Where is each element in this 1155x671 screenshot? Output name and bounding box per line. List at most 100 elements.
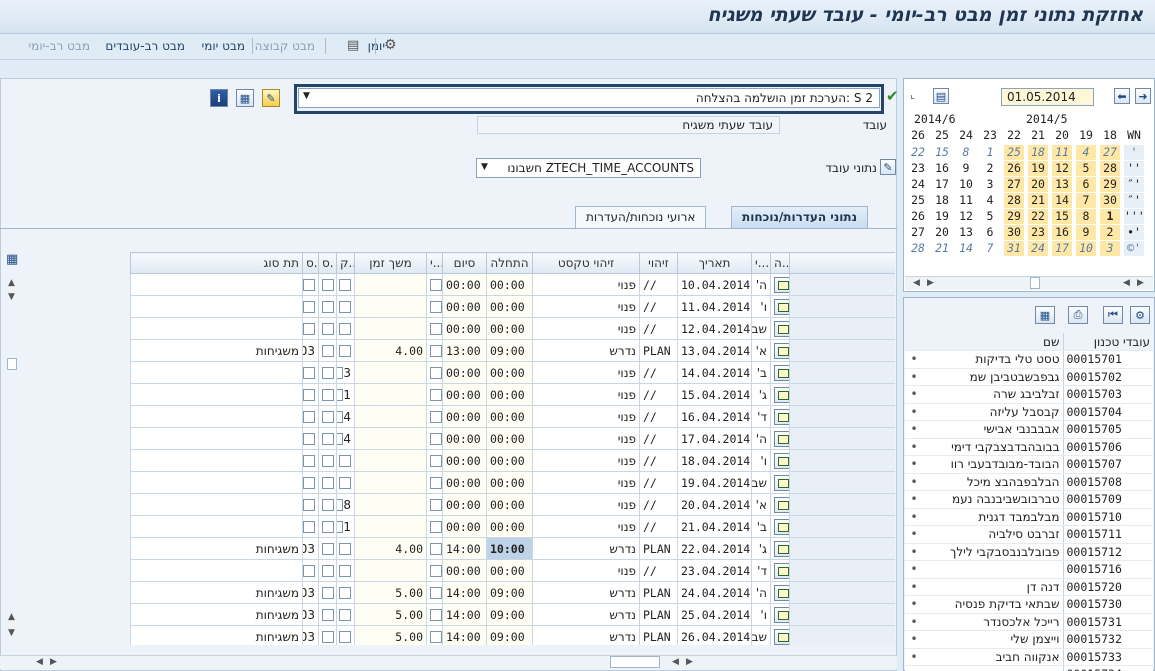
calendar-day[interactable]: 11 [1052, 145, 1072, 160]
calendar-day[interactable]: 2 [980, 161, 1000, 176]
checkbox[interactable] [339, 477, 351, 489]
table-row[interactable]: 8 00:00 00:00 פנוי//20.04.2014 א' [130, 493, 895, 516]
edit-icon[interactable] [774, 452, 789, 469]
cell-row-marker[interactable] [789, 493, 895, 516]
employee-data-icon[interactable]: ✎ [880, 159, 896, 175]
cell-day[interactable]: ו' [751, 449, 771, 472]
cell-s1[interactable] [318, 537, 337, 560]
checkbox[interactable] [322, 521, 334, 533]
checkbox[interactable] [322, 609, 334, 621]
list-item[interactable]: • פבובלבנבסבקבי לילך 00015712 [905, 543, 1153, 561]
cell-row-marker[interactable] [789, 427, 895, 450]
calendar-day[interactable]: 14 [956, 241, 976, 256]
calendar-day[interactable]: 28 [908, 241, 928, 256]
cell-duration[interactable] [354, 559, 427, 582]
cell-k[interactable] [336, 537, 355, 560]
cell-start[interactable]: 00:00 [486, 295, 533, 318]
checkbox[interactable] [430, 609, 442, 621]
col-y1[interactable]: י... [751, 252, 771, 274]
cell-s2[interactable] [302, 493, 319, 516]
cell-s1[interactable] [318, 383, 337, 406]
calendar-day[interactable]: 25 [908, 193, 928, 208]
cell-id-text[interactable]: פנוי [532, 427, 640, 450]
cell-id[interactable]: PLAN [639, 603, 678, 626]
calendar-day[interactable]: 7 [980, 241, 1000, 256]
employee-id[interactable]: 00015705 [1063, 420, 1153, 439]
employee-name[interactable]: בבובהבדבצבקבי דימי [923, 438, 1064, 456]
cell-date[interactable]: 19.04.2014 [677, 471, 752, 494]
cell-date[interactable]: 15.04.2014 [677, 383, 752, 406]
cell-day[interactable]: ג' [751, 537, 771, 560]
checkbox[interactable] [430, 565, 442, 577]
scroll-left-icon[interactable]: ◀ [1123, 278, 1130, 288]
cell-id[interactable]: // [639, 405, 678, 428]
checkbox[interactable] [430, 587, 442, 599]
cell-s1[interactable] [318, 317, 337, 340]
cell-k[interactable]: 8 [336, 493, 355, 516]
cell-row-select[interactable] [770, 317, 790, 340]
menu-group-view[interactable]: מבט קבוצה [255, 39, 315, 53]
cell-id-text[interactable]: פנוי [532, 317, 640, 340]
cell-start[interactable]: 00:00 [486, 471, 533, 494]
cell-id[interactable]: // [639, 515, 678, 538]
cell-s1[interactable] [318, 515, 337, 538]
cell-k[interactable]: 4 [336, 405, 355, 428]
cell-end[interactable]: 00:00 [442, 559, 487, 582]
menu-multi-day-view[interactable]: מבט רב-יומי [28, 39, 90, 53]
cell-end[interactable]: 14:00 [442, 537, 487, 560]
cell-date[interactable]: 14.04.2014 [677, 361, 752, 384]
cell-s2[interactable] [302, 273, 319, 296]
calendar-day[interactable]: 27 [1100, 145, 1120, 160]
cell-row-select[interactable] [770, 273, 790, 296]
cell-start[interactable]: 00:00 [486, 383, 533, 406]
calendar-day[interactable]: 3 [1100, 241, 1120, 256]
checkbox[interactable] [303, 279, 315, 291]
cell-y2[interactable] [426, 405, 443, 428]
cell-row-select[interactable] [770, 493, 790, 516]
checkbox[interactable] [322, 565, 334, 577]
cell-row-select[interactable] [770, 339, 790, 362]
employee-name[interactable]: אבבבנבי אבישי [923, 420, 1064, 439]
cell-end[interactable]: 00:00 [442, 471, 487, 494]
calendar-day[interactable]: 10 [956, 177, 976, 192]
cell-start[interactable]: 00:00 [486, 317, 533, 340]
checkbox[interactable] [430, 345, 442, 357]
checkbox[interactable] [322, 279, 334, 291]
cell-row-marker[interactable] [789, 603, 895, 626]
employee-name[interactable]: טסט טלי בדיקות [923, 350, 1064, 369]
employee-name[interactable]: פבובלבנבסבקבי לילך [923, 543, 1064, 561]
employee-id[interactable]: 00015703 [1063, 385, 1153, 404]
table-vertical-scrollbar[interactable]: ▦ ▲ ▼ ▲ ▼ [5, 252, 19, 652]
table-row[interactable]: 1 00:00 00:00 פנוי//15.04.2014 ג' [130, 383, 895, 406]
cell-subtype[interactable] [130, 471, 303, 494]
cell-k[interactable] [336, 339, 355, 362]
col-s2[interactable]: ס. [302, 252, 319, 274]
cell-day[interactable]: ו' [751, 603, 771, 626]
cell-subtype[interactable] [130, 383, 303, 406]
calendar-scrollbar[interactable]: ◀ ▶ ◀ ▶ [905, 276, 1153, 290]
scroll-right-icon[interactable]: ▶ [1137, 278, 1144, 288]
cell-end[interactable]: 00:00 [442, 449, 487, 472]
cell-row-select[interactable] [770, 625, 790, 645]
employee-id[interactable]: 00015730 [1063, 595, 1153, 614]
employee-id[interactable]: 00015731 [1063, 613, 1153, 631]
checkbox[interactable] [339, 587, 351, 599]
checkbox[interactable] [430, 499, 442, 511]
cell-id-text[interactable]: נדרש [532, 625, 640, 645]
cell-id[interactable]: PLAN [639, 339, 678, 362]
table-row[interactable]: 00:00 00:00 פנוי//11.04.2014 ו' [130, 295, 895, 318]
users-icon[interactable]: ⚙ [384, 37, 397, 53]
checkbox[interactable] [322, 499, 334, 511]
cell-k[interactable] [336, 559, 355, 582]
col-h[interactable]: ה... [770, 252, 790, 274]
cell-id[interactable]: PLAN [639, 537, 678, 560]
employee-id[interactable]: 00015711 [1063, 525, 1153, 544]
scroll-thumb[interactable] [7, 358, 17, 370]
cell-start[interactable]: 00:00 [486, 405, 533, 428]
cell-row-select[interactable] [770, 449, 790, 472]
checkbox[interactable] [430, 389, 442, 401]
checkbox[interactable] [430, 367, 442, 379]
cell-s1[interactable] [318, 603, 337, 626]
employee-name[interactable]: זבלביבג שרה [923, 385, 1064, 404]
cell-y2[interactable] [426, 471, 443, 494]
